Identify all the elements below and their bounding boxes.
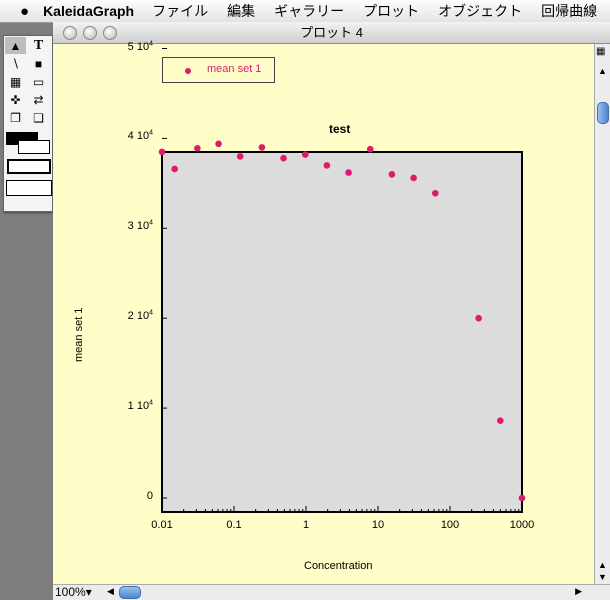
data-point: [158, 148, 166, 156]
menu-gallery[interactable]: ギャラリー: [274, 1, 344, 21]
data-point: [171, 165, 178, 173]
zoom-axis-tool-icon[interactable]: ⇄: [28, 91, 49, 108]
x-tick-label: 1000: [509, 519, 535, 531]
zoom-level-select[interactable]: 100%▾: [55, 585, 92, 600]
y-tick-label: 5 104: [127, 39, 153, 53]
data-point: [497, 417, 504, 424]
y-tick-label: 2 104: [127, 309, 153, 323]
data-point: [432, 189, 439, 197]
line-color-swatch[interactable]: [18, 140, 50, 154]
send-back-tool-icon[interactable]: ❏: [28, 109, 49, 126]
menu-object[interactable]: オブジェクト: [438, 1, 522, 21]
scroll-up-icon[interactable]: ▲: [598, 66, 607, 76]
scroll-left-icon[interactable]: ◀: [107, 586, 114, 597]
bring-front-tool-icon[interactable]: ❐: [5, 109, 26, 126]
x-tick-label: 100: [440, 519, 460, 531]
data-point: [215, 140, 222, 148]
vertical-scroll-thumb[interactable]: [597, 102, 609, 124]
x-tick-label: 10: [371, 519, 385, 531]
y-axis-label: mean set 1: [73, 307, 85, 362]
x-tick-label: 1: [302, 519, 310, 531]
data-point: [345, 169, 352, 176]
y-tick-label: 4 104: [127, 129, 153, 143]
tool-palette: ▲ T ∖ ■ ▦ ▭ ✜ ⇄ ❐ ❏: [3, 35, 53, 212]
x-axis-label: Concentration: [304, 560, 373, 572]
data-point: [301, 151, 309, 158]
menu-bar: ● KaleidaGraph ファイル 編集 ギャラリー プロット オブジェクト…: [0, 0, 610, 23]
rectangle-tool-icon[interactable]: ■: [28, 55, 49, 72]
y-tick-label: 1 104: [127, 399, 153, 413]
apple-menu-icon[interactable]: ●: [20, 3, 29, 20]
scroll-right-icon[interactable]: ▶: [575, 586, 582, 597]
data-point: [280, 154, 287, 162]
text-tool-icon[interactable]: T: [28, 37, 49, 54]
scroll-down-icon[interactable]: ▼: [598, 572, 607, 582]
data-point: [518, 494, 526, 502]
data-point: [388, 171, 396, 178]
x-tick-label: 0.1: [226, 519, 242, 531]
menu-curve-fit[interactable]: 回帰曲線: [541, 1, 597, 21]
menu-plot[interactable]: プロット: [363, 1, 419, 21]
vertical-scrollbar[interactable]: ▦ ▲ ▲ ▼: [594, 44, 610, 584]
scroll-up-icon-lower[interactable]: ▲: [598, 560, 607, 570]
y-tick-label: 3 104: [127, 219, 153, 233]
data-point: [475, 314, 482, 322]
table-tool-icon[interactable]: ▦: [5, 73, 26, 90]
arrow-tool-icon[interactable]: ▲: [5, 37, 26, 54]
horizontal-scroll-thumb[interactable]: [119, 586, 141, 599]
menu-app-name[interactable]: KaleidaGraph: [43, 3, 134, 19]
split-view-icon[interactable]: ▦: [596, 46, 605, 57]
line-style-selector[interactable]: [7, 159, 51, 174]
data-point: [258, 144, 266, 151]
plot-window: プロット 4 mean set 1 test Concentration mea…: [53, 22, 610, 600]
menu-edit[interactable]: 編集: [227, 1, 255, 21]
pattern-selector[interactable]: [6, 180, 52, 196]
data-point: [366, 145, 374, 153]
y-tick-label: 0: [146, 490, 153, 502]
x-tick-label: 0.01: [151, 519, 173, 531]
plot-area: [161, 151, 523, 513]
menu-file[interactable]: ファイル: [152, 1, 208, 21]
line-tool-icon[interactable]: ∖: [5, 55, 26, 72]
eraser-tool-icon[interactable]: ▭: [28, 73, 49, 90]
data-point: [194, 144, 201, 152]
crosshair-tool-icon[interactable]: ✜: [5, 91, 26, 108]
horizontal-scrollbar[interactable]: 100%▾ ◀ ▶: [53, 584, 610, 600]
data-point: [323, 162, 331, 169]
data-point: [236, 153, 244, 160]
data-point: [410, 174, 417, 182]
